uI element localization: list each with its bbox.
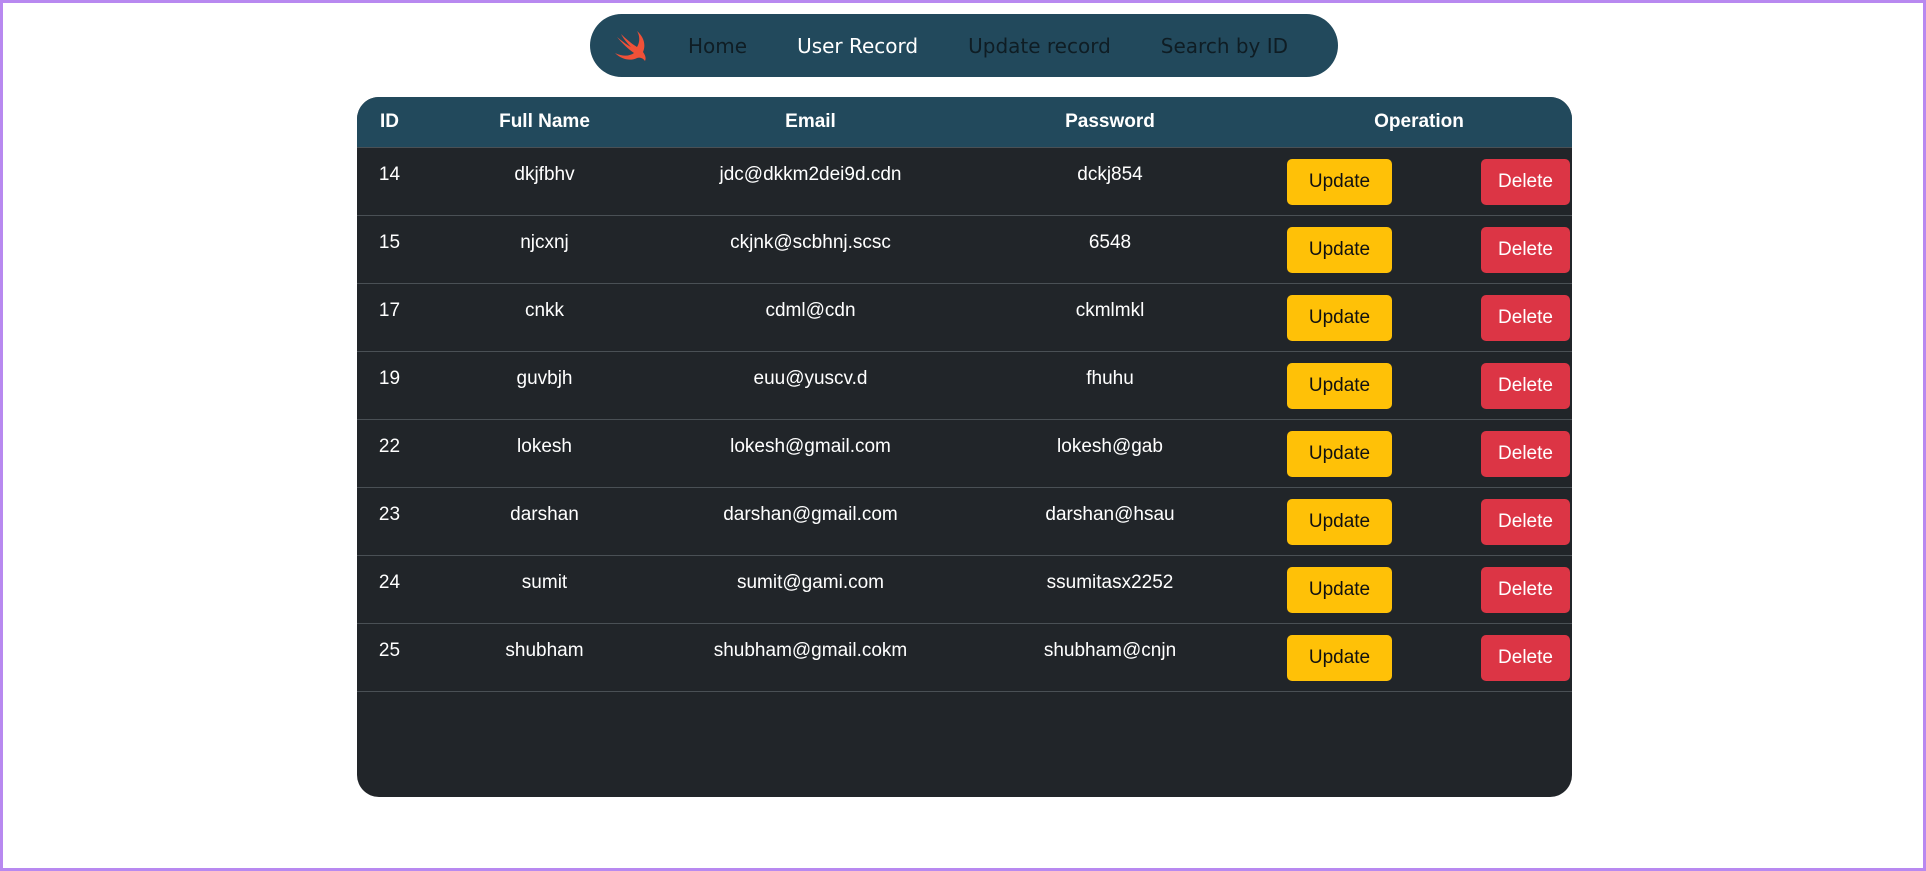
operation-buttons: Update Delete xyxy=(1266,430,1572,477)
operation-buttons: Update Delete xyxy=(1266,226,1572,273)
table-row: 25 shubham shubham@gmail.cokm shubham@cnjn U… xyxy=(357,623,1572,692)
cell-id: 24 xyxy=(357,555,422,624)
header-id: ID xyxy=(357,97,422,148)
delete-button[interactable]: Delete xyxy=(1481,566,1570,613)
update-button[interactable]: Update xyxy=(1287,226,1392,273)
cell-password: ckmlmkl xyxy=(954,283,1266,352)
header-operation: Operation xyxy=(1266,97,1572,148)
delete-button[interactable]: Delete xyxy=(1481,634,1570,681)
cell-full-name: darshan xyxy=(422,487,667,556)
cell-password: ssumitasx2252 xyxy=(954,555,1266,624)
delete-button[interactable]: Delete xyxy=(1481,498,1570,545)
header-full-name: Full Name xyxy=(422,97,667,148)
user-table-card: ID Full Name Email Password Operation 14… xyxy=(357,97,1572,797)
cell-password: shubham@cnjn xyxy=(954,623,1266,692)
navbar: Home User Record Update record Search by… xyxy=(590,14,1338,77)
table-body: 14 dkjfbhv jdc@dkkm2dei9d.cdn dckj854 Update… xyxy=(357,147,1572,692)
table-header-row: ID Full Name Email Password Operation xyxy=(357,97,1572,148)
cell-id: 14 xyxy=(357,147,422,216)
cell-full-name: njcxnj xyxy=(422,215,667,284)
operation-buttons: Update Delete xyxy=(1266,498,1572,545)
table-row: 17 cnkk cdml@cdn ckmlmkl Update Delete xyxy=(357,283,1572,352)
delete-button[interactable]: Delete xyxy=(1481,294,1570,341)
nav-user-record[interactable]: User Record xyxy=(797,34,918,58)
cell-id: 22 xyxy=(357,419,422,488)
update-button[interactable]: Update xyxy=(1287,294,1392,341)
table-row: 19 guvbjh euu@yuscv.d fhuhu Update Delete xyxy=(357,351,1572,420)
cell-operation: Update Delete xyxy=(1266,555,1572,624)
cell-operation: Update Delete xyxy=(1266,623,1572,692)
cell-full-name: sumit xyxy=(422,555,667,624)
cell-password: fhuhu xyxy=(954,351,1266,420)
update-button[interactable]: Update xyxy=(1287,566,1392,613)
user-table: ID Full Name Email Password Operation 14… xyxy=(357,97,1572,692)
table-row: 24 sumit sumit@gami.com ssumitasx2252 Update… xyxy=(357,555,1572,624)
cell-id: 25 xyxy=(357,623,422,692)
update-button[interactable]: Update xyxy=(1287,498,1392,545)
cell-email: jdc@dkkm2dei9d.cdn xyxy=(667,147,954,216)
cell-operation: Update Delete xyxy=(1266,419,1572,488)
operation-buttons: Update Delete xyxy=(1266,158,1572,205)
delete-button[interactable]: Delete xyxy=(1481,226,1570,273)
header-email: Email xyxy=(667,97,954,148)
cell-password: 6548 xyxy=(954,215,1266,284)
update-button[interactable]: Update xyxy=(1287,634,1392,681)
cell-email: lokesh@gmail.com xyxy=(667,419,954,488)
delete-button[interactable]: Delete xyxy=(1481,362,1570,409)
cell-operation: Update Delete xyxy=(1266,215,1572,284)
cell-id: 15 xyxy=(357,215,422,284)
update-button[interactable]: Update xyxy=(1287,362,1392,409)
cell-full-name: guvbjh xyxy=(422,351,667,420)
cell-email: cdml@cdn xyxy=(667,283,954,352)
operation-buttons: Update Delete xyxy=(1266,362,1572,409)
nav-home[interactable]: Home xyxy=(688,34,747,58)
cell-id: 19 xyxy=(357,351,422,420)
swift-icon[interactable] xyxy=(610,28,650,64)
cell-operation: Update Delete xyxy=(1266,351,1572,420)
table-row: 15 njcxnj ckjnk@scbhnj.scsc 6548 Update Delet… xyxy=(357,215,1572,284)
cell-email: ckjnk@scbhnj.scsc xyxy=(667,215,954,284)
cell-full-name: cnkk xyxy=(422,283,667,352)
cell-full-name: dkjfbhv xyxy=(422,147,667,216)
delete-button[interactable]: Delete xyxy=(1481,430,1570,477)
cell-id: 17 xyxy=(357,283,422,352)
cell-id: 23 xyxy=(357,487,422,556)
operation-buttons: Update Delete xyxy=(1266,634,1572,681)
cell-operation: Update Delete xyxy=(1266,487,1572,556)
update-button[interactable]: Update xyxy=(1287,158,1392,205)
cell-email: shubham@gmail.cokm xyxy=(667,623,954,692)
header-password: Password xyxy=(954,97,1266,148)
operation-buttons: Update Delete xyxy=(1266,294,1572,341)
nav-search-by-id[interactable]: Search by ID xyxy=(1161,34,1288,58)
nav-update-record[interactable]: Update record xyxy=(968,34,1111,58)
cell-password: lokesh@gab xyxy=(954,419,1266,488)
cell-password: darshan@hsau xyxy=(954,487,1266,556)
cell-operation: Update Delete xyxy=(1266,283,1572,352)
operation-buttons: Update Delete xyxy=(1266,566,1572,613)
cell-email: darshan@gmail.com xyxy=(667,487,954,556)
cell-operation: Update Delete xyxy=(1266,147,1572,216)
cell-email: sumit@gami.com xyxy=(667,555,954,624)
delete-button[interactable]: Delete xyxy=(1481,158,1570,205)
cell-full-name: shubham xyxy=(422,623,667,692)
update-button[interactable]: Update xyxy=(1287,430,1392,477)
table-row: 23 darshan darshan@gmail.com darshan@hsau Up… xyxy=(357,487,1572,556)
cell-full-name: lokesh xyxy=(422,419,667,488)
cell-email: euu@yuscv.d xyxy=(667,351,954,420)
table-row: 22 lokesh lokesh@gmail.com lokesh@gab Update… xyxy=(357,419,1572,488)
cell-password: dckj854 xyxy=(954,147,1266,216)
table-row: 14 dkjfbhv jdc@dkkm2dei9d.cdn dckj854 Update… xyxy=(357,147,1572,216)
